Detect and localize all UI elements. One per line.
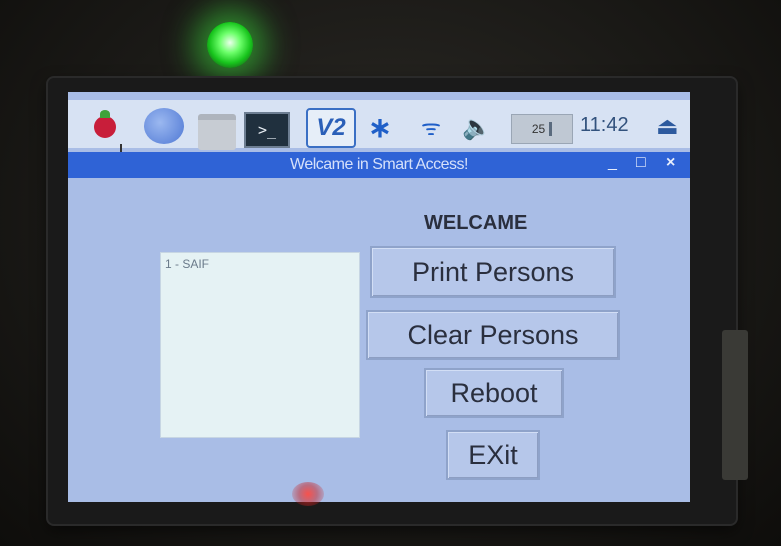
- reboot-button[interactable]: Reboot: [424, 368, 564, 418]
- cpu-monitor[interactable]: 25: [511, 114, 573, 144]
- terminal-icon[interactable]: >_: [244, 112, 290, 148]
- wifi-icon[interactable]: ᯤ: [414, 110, 448, 144]
- vnc-icon[interactable]: V2: [306, 108, 356, 148]
- globe-icon[interactable]: [144, 108, 184, 144]
- raspberry-menu-icon[interactable]: [94, 110, 116, 138]
- red-power-led: [292, 482, 324, 506]
- list-item[interactable]: 1 - SAIF: [165, 257, 209, 271]
- taskbar: >_ V2 ∗ ᯤ 🔈 25 11:42 ⏏: [68, 100, 690, 160]
- cpu-value: 25: [531, 122, 546, 136]
- folder-icon[interactable]: [198, 114, 236, 150]
- close-button[interactable]: ×: [666, 154, 675, 172]
- exit-button[interactable]: EXit: [446, 430, 540, 480]
- cpu-bar-icon: [549, 122, 553, 136]
- side-connector: [722, 330, 748, 480]
- window-titlebar[interactable]: Welcame in Smart Access! _ □ ×: [68, 152, 690, 178]
- welcome-label: WELCAME: [424, 212, 528, 234]
- minimize-button[interactable]: _: [608, 154, 617, 172]
- bluetooth-icon[interactable]: ∗: [368, 110, 392, 144]
- eject-icon[interactable]: ⏏: [656, 112, 679, 141]
- green-status-led: [207, 22, 253, 68]
- volume-icon[interactable]: 🔈: [460, 110, 494, 144]
- maximize-button[interactable]: □: [636, 154, 646, 172]
- persons-listbox[interactable]: 1 - SAIF: [160, 252, 360, 438]
- screen: >_ V2 ∗ ᯤ 🔈 25 11:42 ⏏ Welcame in Smart …: [68, 92, 690, 502]
- window-title: Welcame in Smart Access!: [290, 156, 468, 173]
- clear-persons-button[interactable]: Clear Persons: [366, 310, 620, 360]
- print-persons-button[interactable]: Print Persons: [370, 246, 616, 298]
- clock[interactable]: 11:42: [580, 114, 629, 137]
